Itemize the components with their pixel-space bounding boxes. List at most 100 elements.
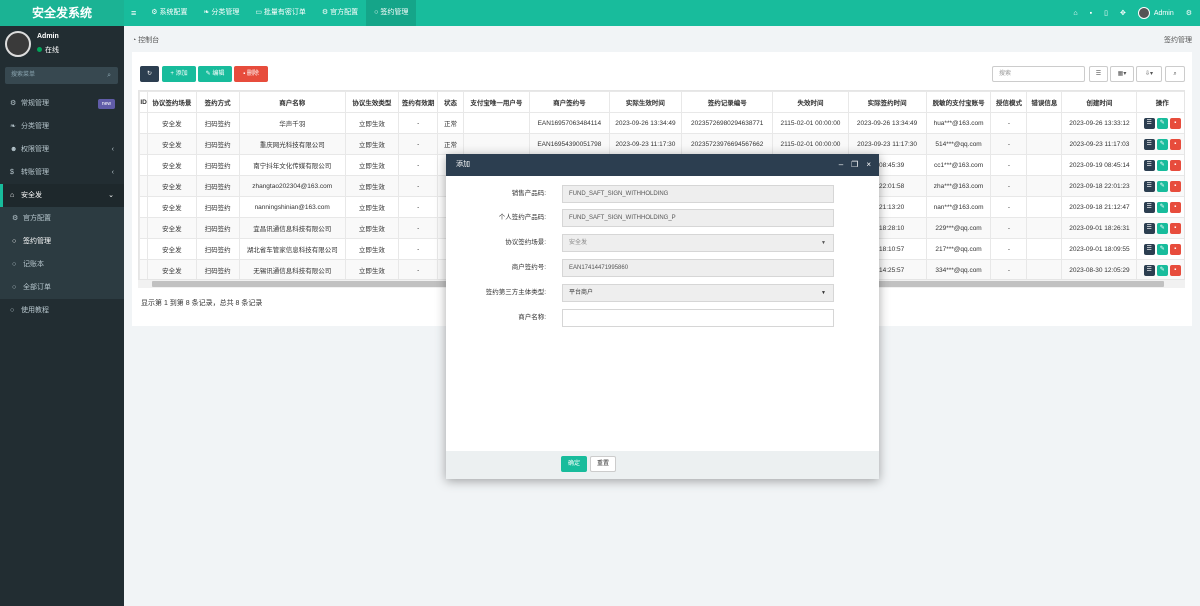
column-header[interactable]: 状态: [437, 91, 464, 113]
sidebar-item-auth[interactable]: ☻ 权限管理 ‹: [0, 138, 124, 161]
table-cell: EAN16954390051798: [528, 133, 610, 155]
table-row[interactable]: 安全发 扫码签约 华声千羽 立即生效 - 正常 EAN16957063484114 2023-…: [139, 112, 1184, 134]
fullscreen-icon[interactable]: ✥: [1120, 9, 1126, 17]
column-header[interactable]: 签约记录编号: [680, 91, 774, 113]
add-dialog: 添加 – ❐ × 销售产品码: FUND_SAFT_SIGN_WITHHOLDI…: [446, 154, 879, 479]
table-cell: [462, 112, 530, 134]
column-header[interactable]: 操作: [1136, 91, 1184, 113]
trash-icon[interactable]: ▪: [1169, 159, 1181, 171]
dialog-footer: 确定 重置: [446, 451, 879, 479]
pencil-icon[interactable]: ✎: [1156, 264, 1168, 276]
topnav-item-system[interactable]: ⚙ 系统配置: [143, 0, 195, 26]
sidebar-item-tutorial[interactable]: ○ 使用教程: [0, 299, 124, 322]
pencil-icon[interactable]: ✎: [1156, 138, 1168, 150]
trash-icon[interactable]: ▪: [1169, 201, 1181, 213]
list-icon[interactable]: ☰: [1143, 138, 1155, 150]
list-icon[interactable]: ☰: [1143, 243, 1155, 255]
sidebar-item-transfer[interactable]: $ 转账管理 ‹: [0, 161, 124, 184]
column-header[interactable]: 商户名称: [238, 91, 346, 113]
trash-icon[interactable]: ▪: [1169, 180, 1181, 192]
table-cell: 宜昌讯通信息科技有限公司: [238, 217, 346, 239]
settings-icon[interactable]: ⚙: [1186, 9, 1192, 17]
column-header[interactable]: 实际生效时间: [608, 91, 682, 113]
scene-select[interactable]: 安全发 ▼: [562, 234, 834, 252]
column-header[interactable]: 脱敏的支付宝账号: [925, 91, 992, 113]
column-header[interactable]: 商户签约号: [528, 91, 610, 113]
edit-button[interactable]: ✎ 编辑: [198, 66, 232, 82]
confirm-button[interactable]: 确定: [561, 456, 587, 472]
subject-type-select[interactable]: 平台商户 ▼: [562, 284, 834, 302]
user-menu[interactable]: Admin: [1137, 7, 1174, 19]
columns-button[interactable]: ▦▾: [1110, 66, 1134, 82]
pencil-icon[interactable]: ✎: [1156, 222, 1168, 234]
table-cell: [1026, 259, 1063, 279]
home-icon[interactable]: ⌂: [1073, 10, 1077, 17]
trash-icon[interactable]: ▪: [1169, 264, 1181, 276]
sidebar-subitem-ledger[interactable]: ○ 记账本: [0, 253, 124, 276]
trash-icon[interactable]: ▪: [1169, 222, 1181, 234]
trash-icon[interactable]: ▪: [1169, 243, 1181, 255]
column-header[interactable]: 协议生效类型: [344, 91, 400, 113]
column-header[interactable]: 错误信息: [1026, 91, 1063, 113]
column-header[interactable]: ID: [139, 91, 149, 113]
list-icon[interactable]: ☰: [1143, 117, 1155, 129]
list-icon[interactable]: ☰: [1143, 180, 1155, 192]
column-header[interactable]: 实际签约时间: [847, 91, 927, 113]
refresh-button[interactable]: ↻: [140, 66, 159, 82]
table-cell: [462, 133, 530, 155]
add-button[interactable]: + 添加: [162, 66, 196, 82]
table-row[interactable]: 安全发 扫码签约 重庆网光科技有限公司 立即生效 - 正常 EAN1695439005179…: [139, 133, 1184, 155]
table-cell: EAN16957063484114: [528, 112, 610, 134]
sidebar-search-input[interactable]: 搜索菜单 ⌕: [5, 67, 118, 84]
group-icon: ☻: [10, 146, 18, 153]
delete-button[interactable]: ▪ 删除: [234, 66, 268, 82]
column-header[interactable]: 签约有效期: [398, 91, 439, 113]
sidebar-subitem-sign[interactable]: ○ 签约管理: [0, 230, 124, 253]
topnav-item-sign[interactable]: ○ 签约管理: [366, 0, 417, 26]
sales-product-code-field[interactable]: FUND_SAFT_SIGN_WITHHOLDING: [562, 185, 834, 203]
pencil-icon[interactable]: ✎: [1156, 201, 1168, 213]
language-icon[interactable]: ▯: [1104, 9, 1108, 17]
menu-toggle-icon[interactable]: ≡: [124, 0, 143, 26]
list-icon[interactable]: ☰: [1143, 159, 1155, 171]
topnav-item-category[interactable]: ❧ 分类管理: [196, 0, 248, 26]
personal-product-code-field[interactable]: FUND_SAFT_SIGN_WITHHOLDING_P: [562, 209, 834, 227]
column-header[interactable]: 授信模式: [990, 91, 1028, 113]
list-icon[interactable]: ☰: [1143, 222, 1155, 234]
column-header[interactable]: 协议签约场景: [147, 91, 197, 113]
trash-icon[interactable]: ▪: [1169, 117, 1181, 129]
sidebar-item-safe[interactable]: ⌂ 安全发 ⌄: [0, 184, 124, 207]
table-search-input[interactable]: 搜索: [992, 66, 1085, 82]
topnav-item-batch[interactable]: ▭ 批量有密订单: [247, 0, 314, 26]
list-icon[interactable]: ☰: [1143, 264, 1155, 276]
merchant-sign-no-field[interactable]: EAN17414471995860: [562, 259, 834, 277]
sidebar-item-general[interactable]: ⚙ 常规管理 new: [0, 92, 124, 115]
toggle-view-button[interactable]: ☰: [1089, 66, 1108, 82]
circle-icon: ○: [12, 238, 17, 245]
sidebar-subitem-orders[interactable]: ○ 全部订单: [0, 276, 124, 299]
topnav-item-official[interactable]: ⚙ 官方配置: [314, 0, 366, 26]
table-cell: zhangtao202304@163.com: [238, 175, 346, 197]
column-header[interactable]: 失效时间: [772, 91, 849, 113]
export-button[interactable]: ⇩▾: [1136, 66, 1162, 82]
trash-icon[interactable]: ▪: [1090, 10, 1092, 17]
sidebar-item-category[interactable]: ❧ 分类管理: [0, 115, 124, 138]
trash-icon[interactable]: ▪: [1169, 138, 1181, 150]
column-header[interactable]: 签约方式: [195, 91, 240, 113]
search-button[interactable]: ⌕: [1165, 66, 1185, 82]
close-icon[interactable]: ×: [866, 154, 871, 176]
pencil-icon[interactable]: ✎: [1156, 159, 1168, 171]
reset-button[interactable]: 重置: [590, 456, 616, 472]
column-header[interactable]: 支付宝唯一用户号: [462, 91, 530, 113]
search-icon[interactable]: ⌕: [107, 67, 111, 84]
form-row-merchant-sign: 商户签约号: EAN17414471995860: [446, 259, 879, 277]
list-icon[interactable]: ☰: [1143, 201, 1155, 213]
maximize-icon[interactable]: ❐: [851, 154, 858, 176]
minimize-icon[interactable]: –: [839, 154, 843, 176]
sidebar-subitem-official[interactable]: ⚙ 官方配置: [0, 207, 124, 230]
pencil-icon[interactable]: ✎: [1156, 243, 1168, 255]
column-header[interactable]: 创建时间: [1061, 91, 1138, 113]
pencil-icon[interactable]: ✎: [1156, 117, 1168, 129]
pencil-icon[interactable]: ✎: [1156, 180, 1168, 192]
merchant-name-field[interactable]: [562, 309, 834, 327]
